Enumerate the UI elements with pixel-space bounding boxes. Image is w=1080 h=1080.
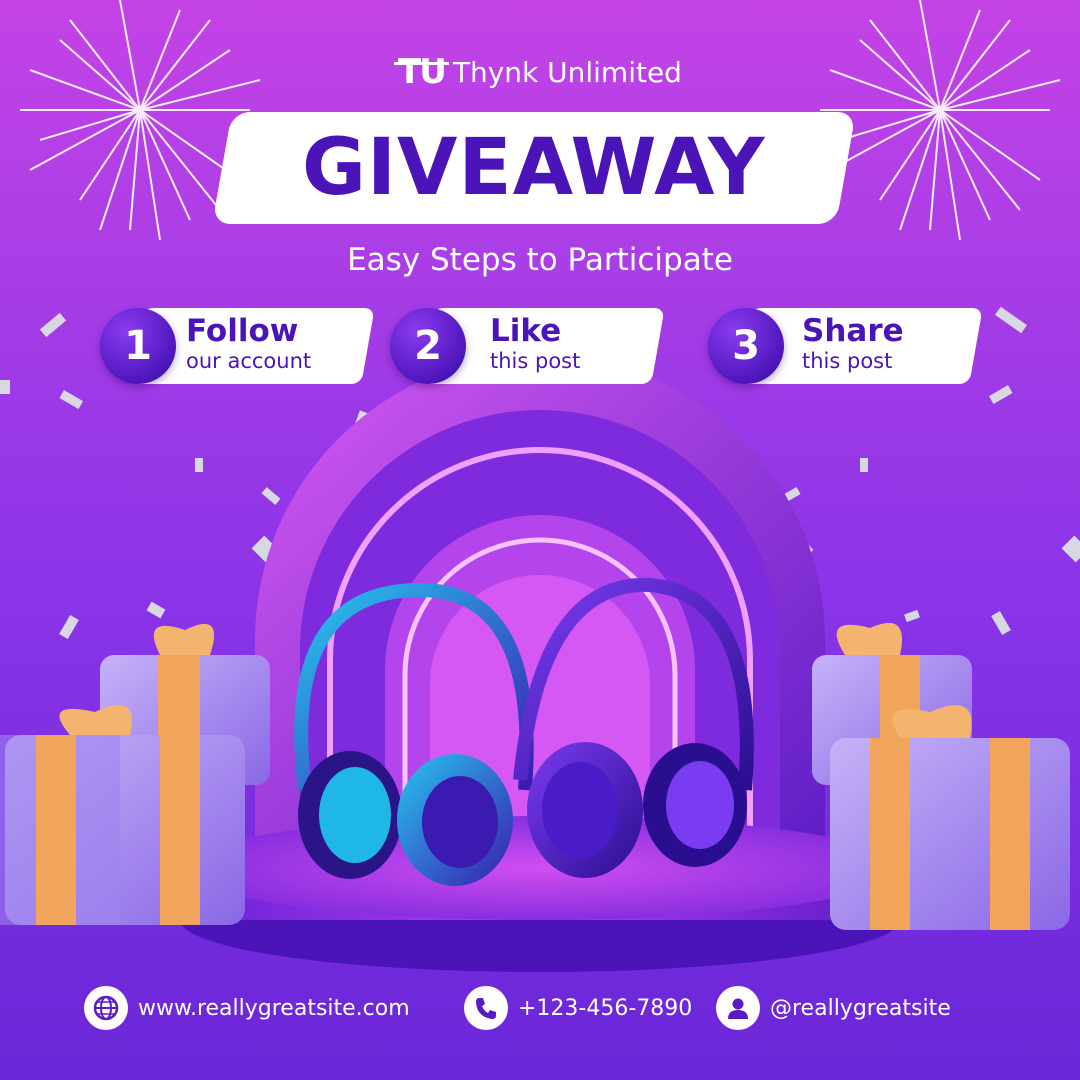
step-number-badge: 1	[100, 308, 176, 384]
brand: TU Thynk Unlimited	[0, 52, 1080, 92]
gift-box-right-front	[830, 705, 1070, 930]
title-banner: GIVEAWAY	[212, 112, 856, 224]
brand-name: Thynk Unlimited	[452, 55, 682, 89]
social-handle-text[interactable]: @reallygreatsite	[770, 996, 951, 1021]
globe-icon	[84, 986, 128, 1030]
phone-text[interactable]: +123-456-7890	[518, 996, 692, 1021]
step-subtitle: this post	[490, 349, 581, 373]
brand-logo-icon: TU	[394, 52, 449, 92]
footer-contacts: www.reallygreatsite.com +123-456-7890 @r…	[0, 986, 1080, 1034]
step-like: 2 Like this post	[390, 306, 665, 386]
step-title: Follow	[186, 313, 299, 349]
giveaway-poster: TU Thynk Unlimited GIVEAWAY Easy Steps t…	[0, 0, 1080, 1080]
step-subtitle: this post	[802, 349, 893, 373]
contact-website[interactable]: www.reallygreatsite.com	[84, 986, 410, 1030]
contact-social[interactable]: @reallygreatsite	[716, 986, 951, 1030]
user-icon	[716, 986, 760, 1030]
step-number-badge: 3	[708, 308, 784, 384]
step-subtitle: our account	[186, 349, 312, 373]
contact-phone[interactable]: +123-456-7890	[464, 986, 692, 1030]
page-title: GIVEAWAY	[302, 123, 766, 213]
gift-box-left-front	[0, 704, 245, 925]
phone-icon	[464, 986, 508, 1030]
firework-right	[820, 0, 1061, 241]
step-title: Like	[490, 313, 562, 349]
website-text[interactable]: www.reallygreatsite.com	[138, 996, 410, 1021]
step-share: 3 Share this post	[708, 306, 983, 386]
step-number-badge: 2	[390, 308, 466, 384]
subtitle: Easy Steps to Participate	[347, 242, 733, 278]
step-follow: 1 Follow our account	[100, 306, 375, 386]
step-title: Share	[802, 313, 904, 349]
